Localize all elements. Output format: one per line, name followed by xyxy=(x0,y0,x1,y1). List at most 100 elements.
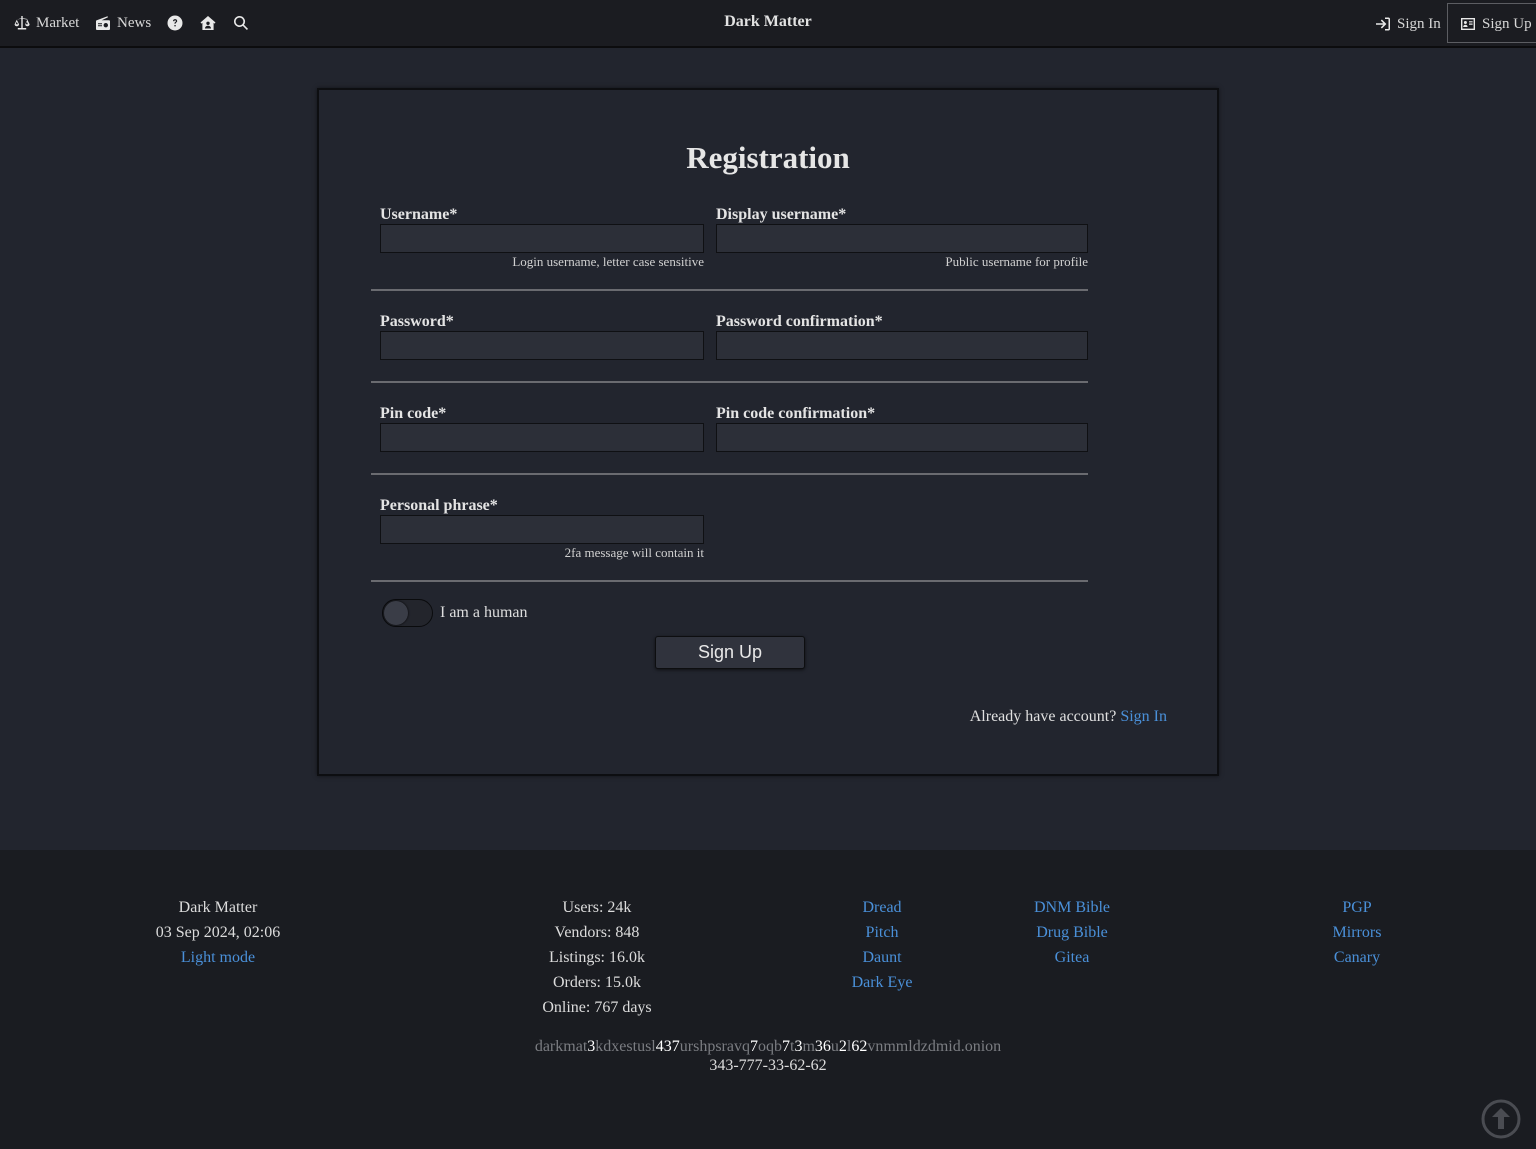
nav-sign-up-label: Sign Up xyxy=(1482,15,1532,32)
sign-in-link[interactable]: Sign In xyxy=(1120,708,1167,725)
already-text: Already have account? xyxy=(969,708,1117,725)
radio-icon xyxy=(96,16,110,30)
stat-users: Users: 24k xyxy=(562,899,632,916)
human-toggle[interactable] xyxy=(382,599,433,627)
footer-stats: Users: 24k Vendors: 848 Listings: 16.0k … xyxy=(497,895,697,1020)
onion-char: 7 xyxy=(749,1038,758,1055)
password-confirmation-label: Password confirmation* xyxy=(716,313,883,330)
scale-icon xyxy=(14,16,30,30)
link-pgp[interactable]: PGP xyxy=(1342,899,1371,916)
nav-search[interactable] xyxy=(233,12,249,34)
site-title[interactable]: Dark Matter xyxy=(724,13,812,30)
onion-char: m xyxy=(563,1038,576,1055)
footer-links-col1: Dread Pitch Daunt Dark Eye xyxy=(822,895,942,995)
display-username-label: Display username* xyxy=(716,206,847,223)
id-card-icon xyxy=(1461,18,1475,30)
search-icon xyxy=(234,16,248,30)
username-input[interactable] xyxy=(380,224,704,253)
personal-phrase-hint: 2fa message will contain it xyxy=(564,545,704,560)
onion-char: u xyxy=(679,1038,688,1055)
password-confirmation-input[interactable] xyxy=(716,331,1088,360)
nav-sign-up[interactable]: Sign Up xyxy=(1460,13,1532,35)
scroll-to-top-button[interactable] xyxy=(1481,1099,1521,1139)
stat-vendors: Vendors: 848 xyxy=(554,924,640,941)
onion-char: z xyxy=(920,1038,928,1055)
nav-market[interactable]: Market xyxy=(14,12,79,34)
username-label: Username* xyxy=(380,206,458,223)
footer-info: Dark Matter 03 Sep 2024, 02:06 Light mod… xyxy=(118,895,318,970)
link-canary[interactable]: Canary xyxy=(1334,949,1380,966)
onion-char: o xyxy=(985,1038,994,1055)
link-dread[interactable]: Dread xyxy=(862,899,901,916)
onion-char: o xyxy=(757,1038,766,1055)
stat-online: Online: 767 days xyxy=(542,999,652,1016)
pin-code-confirmation-input[interactable] xyxy=(716,423,1088,452)
onion-char: m xyxy=(895,1038,909,1055)
nav-sign-in[interactable]: Sign In xyxy=(1375,13,1441,35)
onion-char: d xyxy=(952,1038,961,1055)
onion-address: darkmat3kdxestusl437urshpsravq7oqb7t3m36… xyxy=(0,1037,1536,1056)
onion-char: a xyxy=(726,1038,734,1055)
onion-char: 7 xyxy=(781,1038,790,1055)
footer: Dark Matter 03 Sep 2024, 02:06 Light mod… xyxy=(0,850,1536,1149)
onion-char: n xyxy=(993,1038,1002,1055)
phone-code: 343-777-33-62-62 xyxy=(709,1057,827,1074)
link-gitea[interactable]: Gitea xyxy=(1055,949,1090,966)
footer-site-name: Dark Matter xyxy=(178,899,258,916)
personal-phrase-label: Personal phrase* xyxy=(380,497,498,514)
page-title: Registration xyxy=(686,140,850,175)
onion-char: m xyxy=(802,1038,815,1055)
top-nav: Market News Dark Matter Sign In Sign Up xyxy=(0,0,1536,48)
display-username-input[interactable] xyxy=(716,224,1088,253)
footer-links-col3: PGP Mirrors Canary xyxy=(1297,895,1417,970)
nav-news-label: News xyxy=(117,14,152,31)
help-icon xyxy=(167,15,183,31)
onion-char: d xyxy=(534,1038,543,1055)
display-username-hint: Public username for profile xyxy=(945,254,1088,269)
onion-char: q xyxy=(765,1038,774,1055)
divider xyxy=(371,289,1088,291)
light-mode-link[interactable]: Light mode xyxy=(181,949,255,966)
personal-phrase-input[interactable] xyxy=(380,515,704,544)
onion-char: 3 xyxy=(663,1038,672,1055)
stat-orders: Orders: 15.0k xyxy=(553,974,641,991)
nav-market-label: Market xyxy=(36,14,80,31)
password-label: Password* xyxy=(380,313,454,330)
nav-help[interactable] xyxy=(167,12,183,34)
link-drug-bible[interactable]: Drug Bible xyxy=(1036,924,1108,941)
home-icon xyxy=(200,16,216,30)
human-toggle-label[interactable]: I am a human xyxy=(440,604,528,622)
onion-char: 6 xyxy=(822,1038,831,1055)
sign-up-button[interactable]: Sign Up xyxy=(655,636,805,669)
onion-char: v xyxy=(733,1038,742,1055)
already-have-account: Already have account? Sign In xyxy=(970,708,1167,726)
stat-listings: Listings: 16.0k xyxy=(548,949,645,966)
onion-char: m xyxy=(935,1038,949,1055)
registration-card: Registration Username* Login username, l… xyxy=(317,88,1219,776)
onion-char: u xyxy=(637,1038,646,1055)
onion-char: n xyxy=(972,1038,981,1055)
onion-char: b xyxy=(773,1038,782,1055)
pin-code-input[interactable] xyxy=(380,423,704,452)
onion-char: d xyxy=(927,1038,936,1055)
link-dnm-bible[interactable]: DNM Bible xyxy=(1034,899,1110,916)
onion-char: m xyxy=(883,1038,896,1055)
link-mirrors[interactable]: Mirrors xyxy=(1333,924,1382,941)
onion-char: u xyxy=(830,1038,839,1055)
nav-home[interactable] xyxy=(200,12,216,34)
link-pitch[interactable]: Pitch xyxy=(866,924,899,941)
onion-char: o xyxy=(964,1038,973,1055)
onion-char: a xyxy=(575,1038,583,1055)
footer-links-col2: DNM Bible Drug Bible Gitea xyxy=(1012,895,1132,970)
link-daunt[interactable]: Daunt xyxy=(862,949,901,966)
link-dark-eye[interactable]: Dark Eye xyxy=(852,974,913,991)
password-input[interactable] xyxy=(380,331,704,360)
onion-char: d xyxy=(912,1038,921,1055)
pin-code-label: Pin code* xyxy=(380,405,447,422)
divider xyxy=(371,473,1088,475)
nav-news[interactable]: News xyxy=(95,12,151,34)
arrow-up-circle-icon xyxy=(1481,1099,1521,1139)
onion-char: q xyxy=(741,1038,750,1055)
toggle-knob xyxy=(384,601,408,625)
onion-char: 7 xyxy=(671,1038,680,1055)
